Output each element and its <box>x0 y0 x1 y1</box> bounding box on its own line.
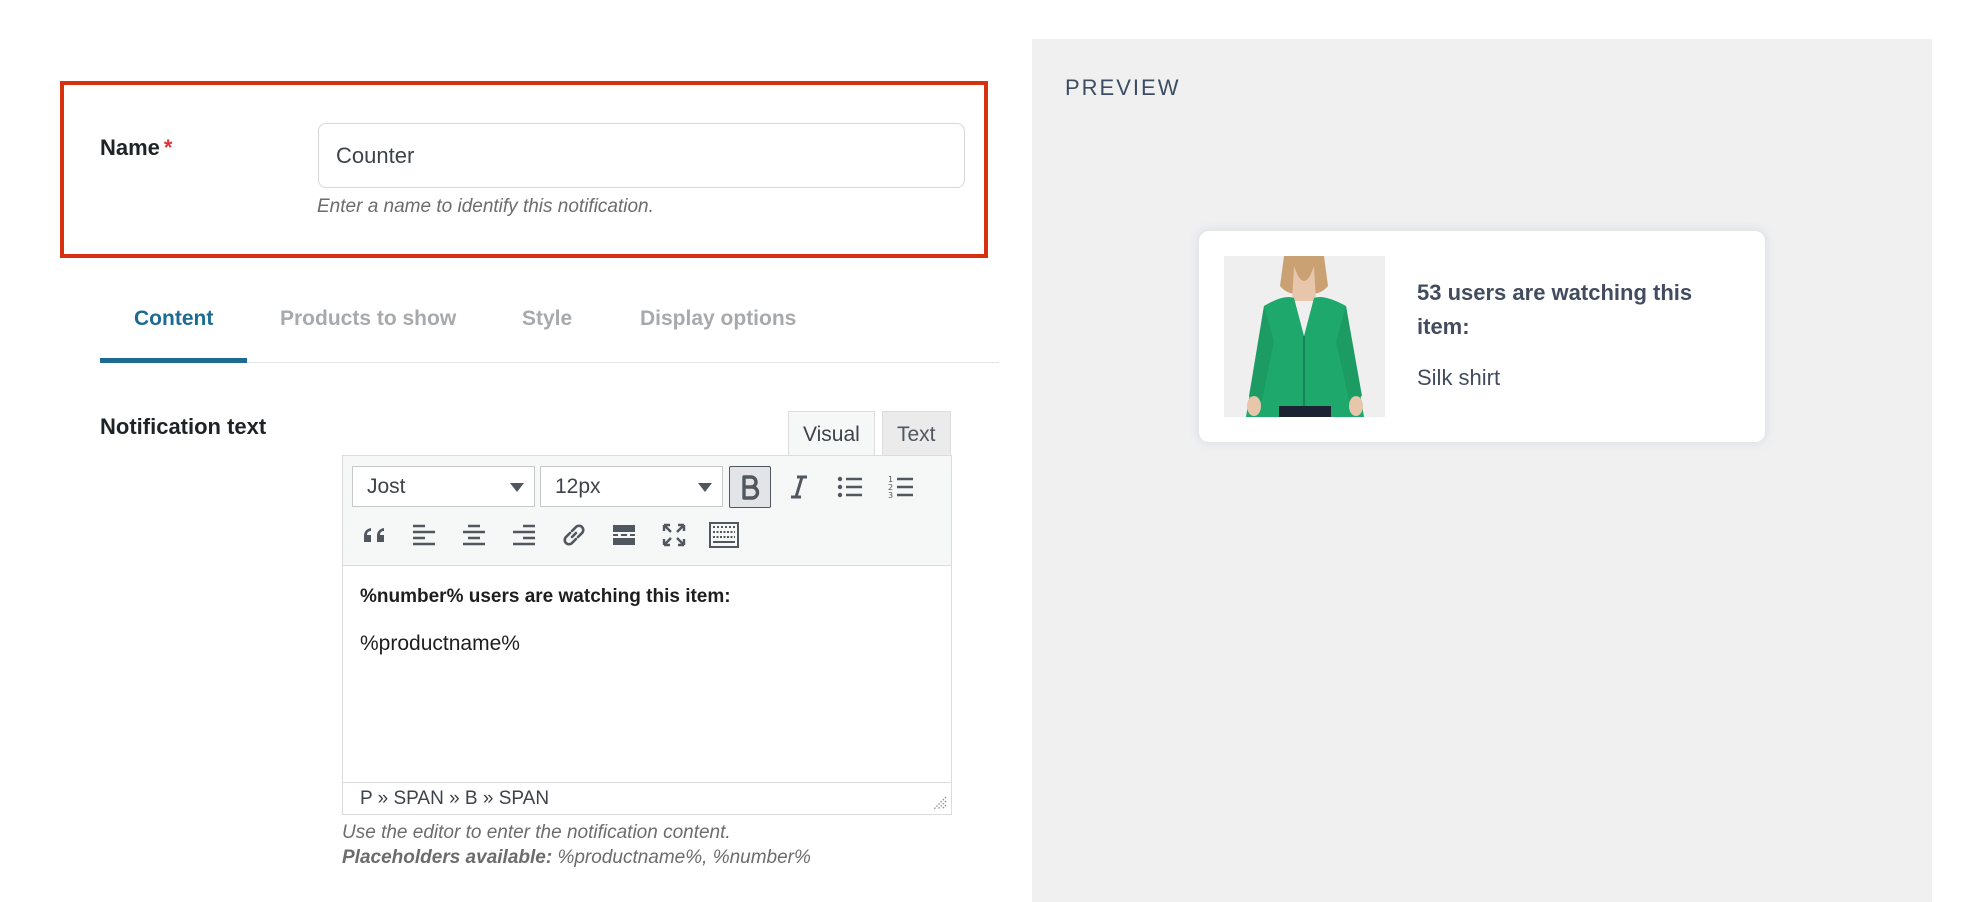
fullscreen-button[interactable] <box>653 514 695 556</box>
placeholders-values: %productname%, %number% <box>552 847 811 868</box>
blockquote-icon <box>364 528 384 542</box>
placeholders-label: Placeholders available: <box>342 847 553 868</box>
align-center-icon <box>463 524 485 546</box>
link-button[interactable] <box>553 514 595 556</box>
element-path: P » SPAN » B » SPAN <box>360 788 550 809</box>
preview-product-name: Silk shirt <box>1417 365 1501 390</box>
font-size-select[interactable]: 12px <box>540 466 723 507</box>
visual-mode-tab[interactable]: Visual <box>788 411 875 456</box>
notification-preview-card: 53 users are watching this item: Silk sh… <box>1199 231 1765 442</box>
bullet-list-icon <box>837 476 862 498</box>
italic-icon <box>791 475 807 499</box>
editor-toolbar: Jost 12px 1 2 3 <box>343 456 951 566</box>
tab-style[interactable]: Style <box>522 307 572 331</box>
align-left-icon <box>413 524 435 546</box>
read-more-icon <box>613 525 635 545</box>
numbered-list-button[interactable]: 1 2 3 <box>880 466 922 508</box>
tab-products-to-show[interactable]: Products to show <box>280 307 456 331</box>
read-more-button[interactable] <box>603 514 645 556</box>
name-label-text: Name <box>100 135 160 160</box>
preview-heading: 53 users are watching this item: <box>1417 280 1693 339</box>
font-family-select[interactable]: Jost <box>352 466 535 507</box>
keyboard-icon <box>709 522 739 548</box>
preview-panel <box>1032 39 1932 902</box>
blockquote-button[interactable] <box>353 514 395 556</box>
bullet-list-button[interactable] <box>829 466 871 508</box>
italic-button[interactable] <box>778 466 820 508</box>
editor-content-area[interactable]: %number% users are watching this item: %… <box>343 566 951 784</box>
align-center-button[interactable] <box>453 514 495 556</box>
link-icon <box>563 524 585 546</box>
settings-tabs: Content Products to show Style Display o… <box>100 292 999 363</box>
svg-text:3: 3 <box>888 491 893 499</box>
chevron-down-icon <box>698 483 712 492</box>
rich-text-editor: Jost 12px 1 2 3 %number% users are watch… <box>342 455 952 815</box>
active-tab-indicator <box>100 358 247 363</box>
placeholders-help: Placeholders available: %productname%, %… <box>342 847 811 869</box>
bold-icon <box>742 475 760 500</box>
content-line-bold: %number% users are watching this item: <box>360 586 731 607</box>
font-size-value: 12px <box>555 475 601 498</box>
product-image <box>1224 256 1385 417</box>
align-right-button[interactable] <box>503 514 545 556</box>
align-left-button[interactable] <box>403 514 445 556</box>
editor-help-text: Use the editor to enter the notification… <box>342 822 731 843</box>
align-right-icon <box>513 524 535 546</box>
resize-handle-icon[interactable] <box>933 796 947 810</box>
fullscreen-icon <box>662 523 686 547</box>
required-marker: * <box>163 135 173 160</box>
name-label: Name * <box>100 135 172 161</box>
numbered-list-icon: 1 2 3 <box>888 475 913 499</box>
tab-display-options[interactable]: Display options <box>640 307 796 331</box>
element-path-bar: P » SPAN » B » SPAN <box>343 782 951 814</box>
content-line-product: %productname% <box>360 632 520 655</box>
name-help-text: Enter a name to identify this notificati… <box>317 196 654 217</box>
text-mode-tab[interactable]: Text <box>882 411 951 456</box>
bold-button[interactable] <box>729 466 771 508</box>
preview-title: PREVIEW <box>1065 75 1181 100</box>
name-input[interactable] <box>318 123 965 188</box>
notification-text-label: Notification text <box>100 414 267 439</box>
toolbar-toggle-button[interactable] <box>703 514 745 556</box>
tab-content[interactable]: Content <box>134 307 213 331</box>
font-family-value: Jost <box>367 475 406 498</box>
product-photo <box>1224 256 1385 417</box>
chevron-down-icon <box>510 483 524 492</box>
